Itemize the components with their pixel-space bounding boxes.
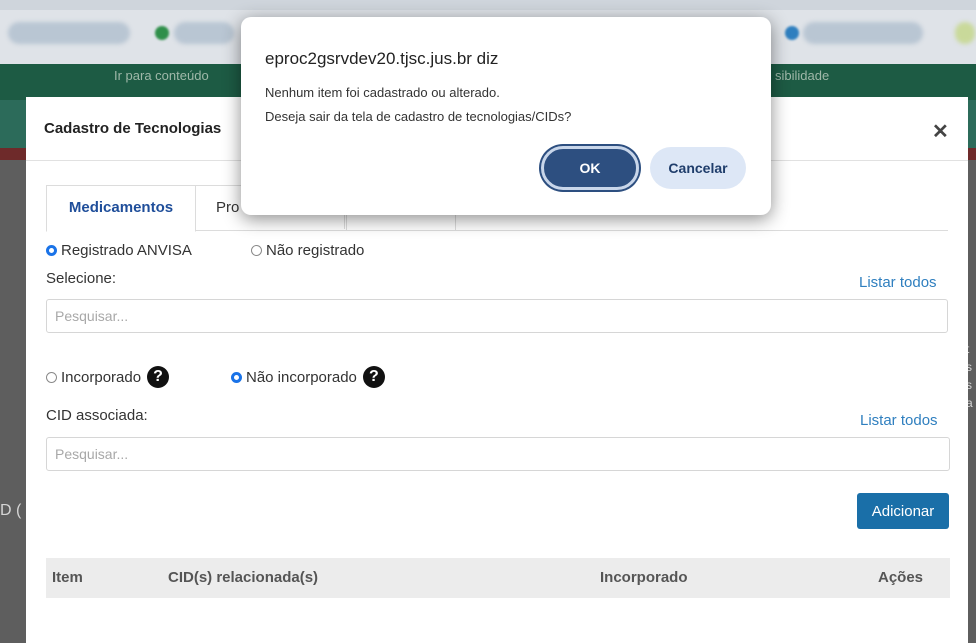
list-all-link-medications[interactable]: Listar todos (859, 274, 937, 291)
bookmark-icon[interactable] (155, 26, 169, 40)
tab-medicamentos[interactable]: Medicamentos (46, 185, 196, 232)
table-header: Item CID(s) relacionada(s) Incorporado A… (46, 558, 950, 598)
cid-label: CID associada: (46, 407, 148, 424)
bookmark-blurred[interactable] (8, 22, 130, 44)
close-icon[interactable]: ✕ (932, 119, 949, 144)
help-icon[interactable]: ? (147, 366, 170, 388)
browser-confirm-dialog: eproc2gsrvdev20.tjsc.jus.br diz Nenhum i… (241, 17, 771, 215)
medication-search-input[interactable] (46, 299, 948, 333)
bookmark-blurred[interactable] (955, 22, 975, 44)
bookmark-icon[interactable] (785, 26, 799, 40)
column-header-incorporated: Incorporado (600, 569, 688, 586)
column-header-cids: CID(s) relacionada(s) (168, 569, 319, 586)
radio-not-incorporated[interactable]: Não incorporado ? (231, 366, 385, 388)
radio-button[interactable] (46, 245, 57, 256)
cancel-button[interactable]: Cancelar (650, 147, 746, 189)
column-header-item: Item (52, 569, 83, 586)
dialog-title: eproc2gsrvdev20.tjsc.jus.br diz (265, 49, 499, 68)
bookmark-blurred[interactable] (803, 22, 923, 44)
radio-button[interactable] (251, 245, 262, 256)
background-text-fragment: D ( (0, 502, 22, 519)
radio-incorporated[interactable]: Incorporado ? (46, 366, 170, 388)
radio-label: Incorporado (61, 368, 142, 386)
radio-not-registered[interactable]: Não registrado (251, 242, 364, 259)
list-all-link-cid[interactable]: Listar todos (860, 412, 938, 429)
ok-button[interactable]: OK (541, 146, 639, 190)
radio-button[interactable] (46, 371, 57, 383)
dialog-message-line-2: Deseja sair da tela de cadastro de tecno… (265, 109, 572, 124)
add-button[interactable]: Adicionar (857, 493, 949, 529)
dialog-message-line-1: Nenhum item foi cadastrado ou alterado. (265, 85, 500, 100)
accessibility-link[interactable]: sibilidade (775, 68, 829, 83)
radio-registered-anvisa[interactable]: Registrado ANVISA (46, 242, 192, 259)
radio-label: Não registrado (266, 242, 365, 259)
modal-title: Cadastro de Tecnologias (44, 120, 222, 137)
radio-label: Registrado ANVISA (61, 242, 192, 259)
radio-button[interactable] (231, 371, 242, 383)
cid-search-input[interactable] (46, 437, 950, 471)
bookmark-blurred[interactable] (174, 22, 234, 44)
radio-label: Não incorporado (246, 368, 357, 386)
browser-tab-strip (0, 0, 976, 10)
select-label: Selecione: (46, 270, 117, 287)
help-icon[interactable]: ? (362, 366, 385, 388)
skip-to-content-link[interactable]: Ir para conteúdo (114, 68, 209, 83)
column-header-actions: Ações (878, 569, 924, 586)
